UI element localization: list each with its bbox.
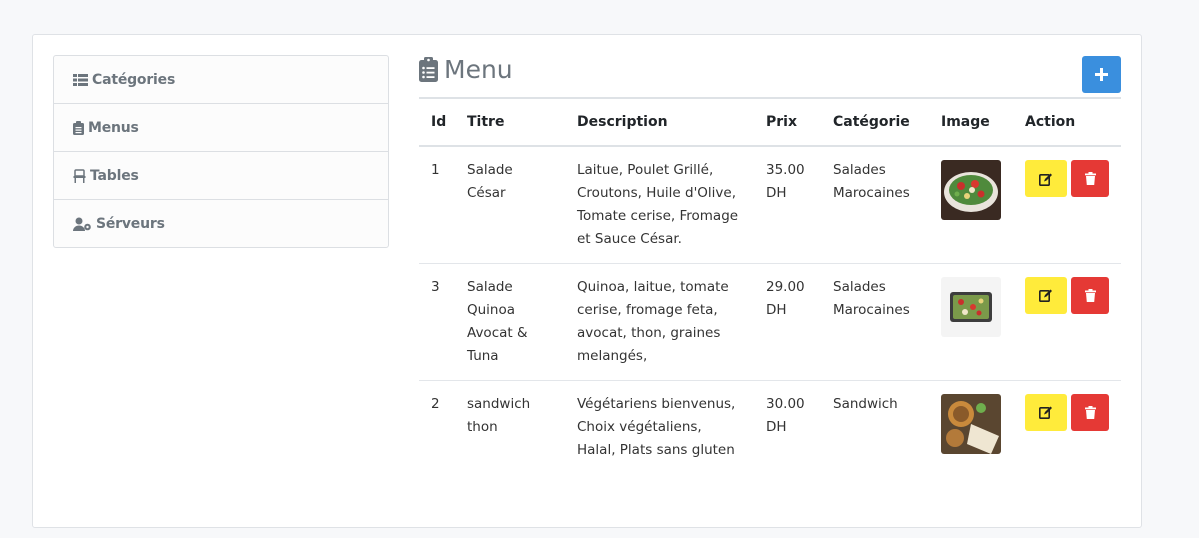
column-header-titre: Titre — [455, 97, 565, 147]
quinoa-salad-photo — [941, 276, 1001, 337]
cell-id: 3 — [419, 263, 455, 381]
main-panel: Menu Id Titre Description Prix Catégorie — [419, 55, 1121, 480]
delete-button[interactable] — [1071, 160, 1109, 197]
cell-category: Sandwich — [833, 395, 898, 412]
cell-image — [929, 263, 1013, 381]
sidebar-item-categories[interactable]: Catégories — [54, 56, 388, 104]
salad-photo — [941, 160, 1001, 220]
clipboard-list-icon — [419, 57, 438, 82]
table-row: 3 Salade Quinoa Avocat & Tuna Quinoa, la… — [419, 263, 1121, 381]
menu-table: Id Titre Description Prix Catégorie Imag… — [419, 97, 1121, 480]
content-card: Catégories Menus Tables Sérveurs Menu Id… — [32, 34, 1142, 528]
edit-button[interactable] — [1025, 160, 1067, 197]
cell-actions — [1013, 263, 1121, 381]
column-header-categorie: Catégorie — [821, 97, 929, 147]
sidebar-item-tables[interactable]: Tables — [54, 152, 388, 200]
list-icon — [73, 73, 88, 86]
cell-actions — [1013, 146, 1121, 264]
column-header-prix: Prix — [754, 97, 821, 147]
cell-description: Quinoa, laitue, tomate cerise, fromage f… — [565, 263, 754, 381]
cell-price: 35.00 DH — [754, 146, 821, 264]
sidebar-item-label: Menus — [88, 119, 139, 136]
cell-category: Salades Marocaines — [821, 146, 929, 264]
trash-icon — [1084, 405, 1096, 419]
table-row: 1 Salade César Laitue, Poulet Grillé, Cr… — [419, 146, 1121, 264]
cell-id: 1 — [419, 146, 455, 264]
edit-icon — [1039, 289, 1052, 302]
cell-description: Laitue, Poulet Grillé, Croutons, Huile d… — [565, 146, 754, 264]
add-menu-button[interactable] — [1082, 56, 1121, 93]
sidebar-item-menus[interactable]: Menus — [54, 104, 388, 152]
cell-price: 30.00 DH — [766, 395, 805, 435]
page-title: Menu — [419, 55, 513, 84]
sidebar: Catégories Menus Tables Sérveurs — [53, 55, 389, 248]
cell-title: Salade Quinoa Avocat & Tuna — [455, 263, 565, 381]
edit-button[interactable] — [1025, 276, 1067, 314]
sidebar-item-label: Catégories — [92, 71, 176, 88]
cell-image — [929, 146, 1013, 264]
trash-icon — [1084, 172, 1096, 185]
plus-icon — [1095, 68, 1108, 81]
cell-title: Salade César — [455, 146, 565, 264]
delete-button[interactable] — [1071, 393, 1109, 431]
cell-price: 29.00 DH — [754, 263, 821, 381]
delete-button[interactable] — [1071, 276, 1109, 314]
edit-icon — [1039, 406, 1052, 419]
users-cog-icon — [73, 217, 91, 231]
cell-description: Végétariens bienvenus, Choix végétaliens… — [577, 395, 736, 458]
clipboard-icon — [73, 120, 84, 135]
edit-button[interactable] — [1025, 393, 1067, 431]
table-header-row: Id Titre Description Prix Catégorie Imag… — [419, 97, 1121, 147]
edit-icon — [1039, 173, 1052, 186]
sidebar-item-serveurs[interactable]: Sérveurs — [54, 200, 388, 247]
cell-title: sandwich thon — [467, 395, 531, 435]
column-header-id: Id — [419, 97, 455, 147]
sandwich-photo — [941, 393, 1001, 454]
chair-icon — [73, 168, 86, 183]
column-header-description: Description — [565, 97, 754, 147]
column-header-action: Action — [1013, 97, 1121, 147]
cell-category: Salades Marocaines — [821, 263, 929, 381]
sidebar-item-label: Sérveurs — [96, 215, 165, 232]
trash-icon — [1084, 288, 1096, 302]
column-header-image: Image — [929, 97, 1013, 147]
title-row: Menu — [419, 55, 1121, 97]
table-row: 2 sandwich thon Végétariens bienvenus, C… — [419, 380, 1121, 480]
sidebar-item-label: Tables — [90, 167, 139, 184]
cell-id: 2 — [431, 395, 440, 412]
page-title-text: Menu — [444, 55, 513, 84]
cell-image — [929, 380, 1013, 480]
cell-actions — [1013, 380, 1121, 480]
